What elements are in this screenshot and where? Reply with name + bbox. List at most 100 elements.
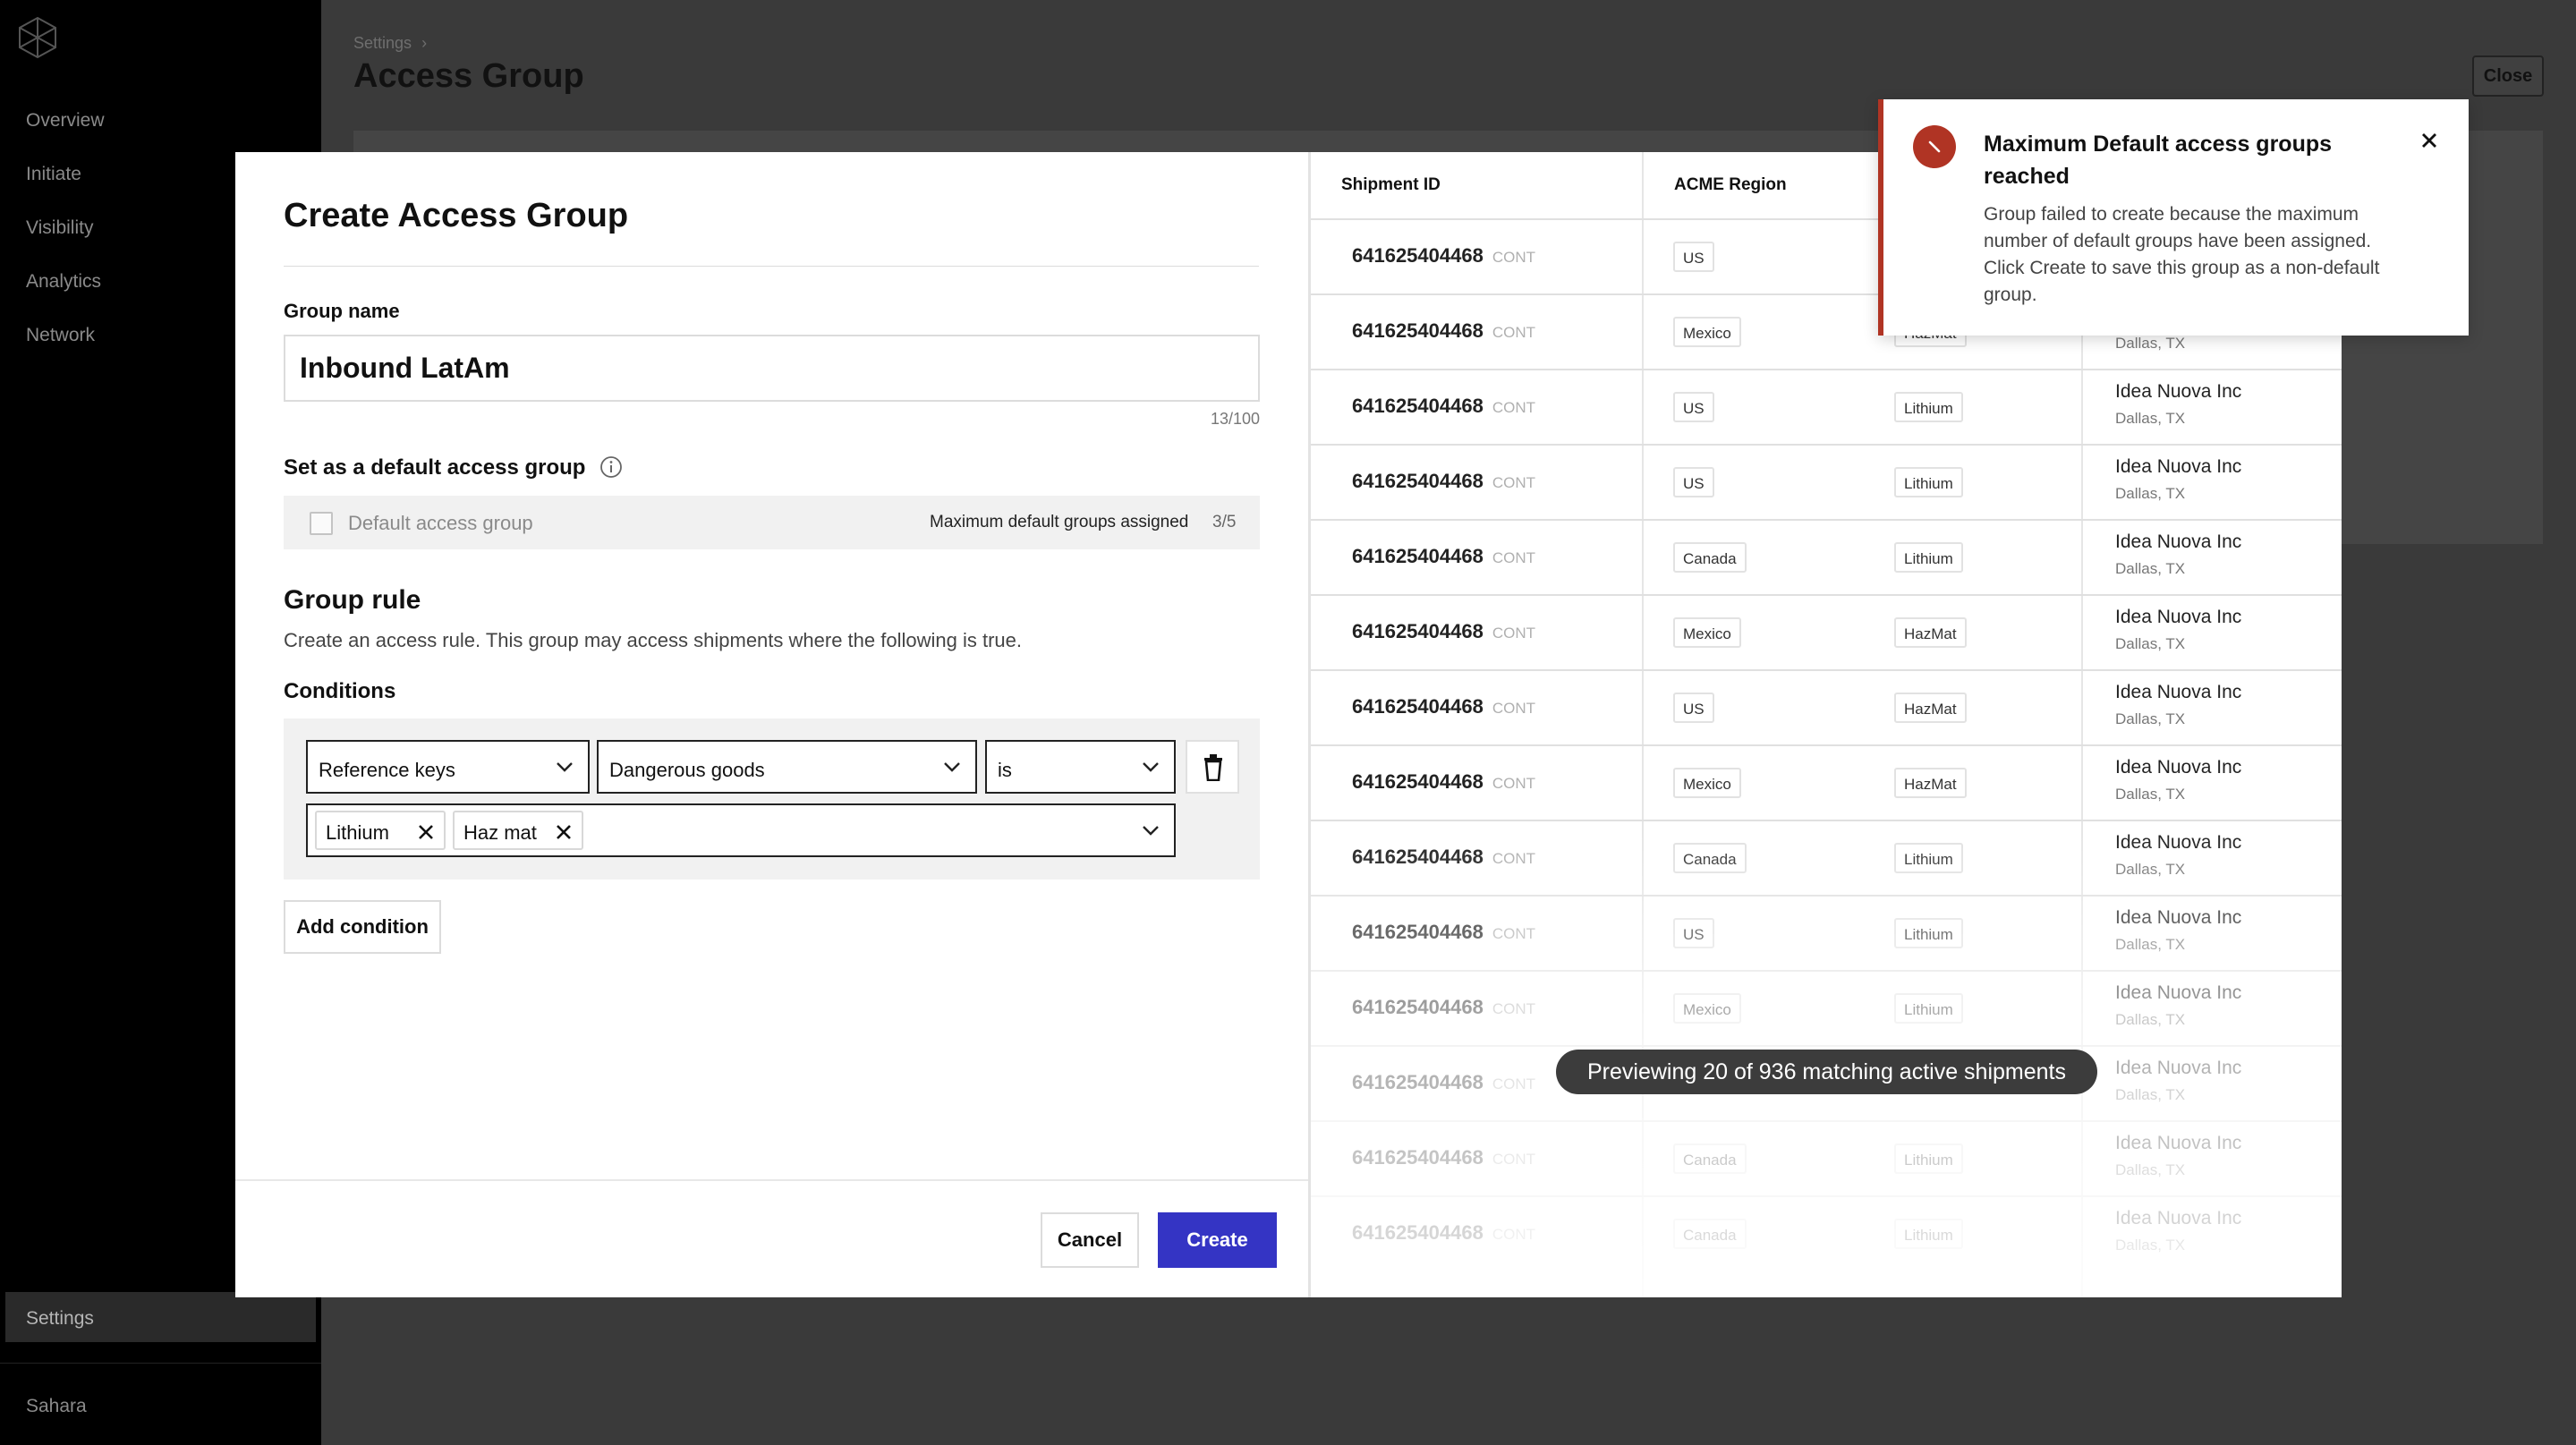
shipment-type: CONT <box>1492 1075 1535 1092</box>
company-name: Idea Nuova Inc <box>2115 982 2242 1003</box>
shipment-id-cell[interactable]: 641625404468 CONT <box>1352 545 1535 568</box>
goods-tag: Lithium <box>1894 542 1963 573</box>
company-city: Dallas, TX <box>2115 786 2186 803</box>
goods-tag: Lithium <box>1894 918 1963 948</box>
close-icon[interactable] <box>2419 130 2440 151</box>
sidebar-item-initiate[interactable]: Initiate <box>26 164 81 185</box>
region-tag: Canada <box>1673 1219 1747 1249</box>
shipment-id-cell[interactable]: 641625404468 CONT <box>1352 1071 1535 1094</box>
error-toast: Maximum Default access groups reached Gr… <box>1878 99 2469 336</box>
shipment-id-cell[interactable]: 641625404468 CONT <box>1352 244 1535 268</box>
sidebar-item-visibility[interactable]: Visibility <box>26 217 93 239</box>
shipment-type: CONT <box>1492 625 1535 642</box>
row-divider <box>1311 1120 2342 1122</box>
default-group-heading: Set as a default access group <box>284 455 586 480</box>
condition-values-multiselect[interactable]: Lithium Haz mat <box>306 803 1176 857</box>
default-group-checkbox-label: Default access group <box>348 512 533 534</box>
shipment-id: 641625404468 <box>1352 1146 1484 1169</box>
company-city: Dallas, TX <box>2115 1086 2186 1103</box>
company-name: Idea Nuova Inc <box>2115 907 2242 928</box>
add-condition-button[interactable]: Add condition <box>284 900 441 954</box>
shipment-id: 641625404468 <box>1352 1221 1484 1244</box>
modal-title: Create Access Group <box>284 197 629 234</box>
region-tag: US <box>1673 467 1714 497</box>
company-city: Dallas, TX <box>2115 861 2186 878</box>
sidebar-item-settings[interactable]: Settings <box>5 1292 316 1342</box>
company-city: Dallas, TX <box>2115 936 2186 953</box>
goods-tag: HazMat <box>1894 617 1967 648</box>
sidebar-item-overview[interactable]: Overview <box>26 110 105 132</box>
region-tag: Canada <box>1673 542 1747 573</box>
shipment-type: CONT <box>1492 474 1535 491</box>
shipment-type: CONT <box>1492 249 1535 266</box>
preview-status-pill: Previewing 20 of 936 matching active shi… <box>1556 1050 2097 1094</box>
column-header-shipment-id[interactable]: Shipment ID <box>1311 152 1642 218</box>
shipment-id-cell[interactable]: 641625404468 CONT <box>1352 395 1535 418</box>
shipment-id-cell[interactable]: 641625404468 CONT <box>1352 921 1535 944</box>
conditions-label: Conditions <box>284 679 396 703</box>
breadcrumb[interactable]: Settings › <box>353 34 427 53</box>
goods-tag: Lithium <box>1894 1143 1963 1174</box>
create-button[interactable]: Create <box>1158 1212 1277 1268</box>
group-rule-heading: Group rule <box>284 585 421 615</box>
shipment-type: CONT <box>1492 700 1535 717</box>
shipment-type: CONT <box>1492 850 1535 867</box>
sidebar-item-network[interactable]: Network <box>26 325 95 346</box>
shipment-id: 641625404468 <box>1352 695 1484 718</box>
app-logo-icon[interactable] <box>16 16 59 59</box>
shipment-id-cell[interactable]: 641625404468 CONT <box>1352 620 1535 643</box>
column-header-acme-region[interactable]: ACME Region <box>1644 152 1912 218</box>
condition-key-value: Dangerous goods <box>609 759 765 781</box>
condition-field-value: Reference keys <box>319 759 455 781</box>
shipment-id: 641625404468 <box>1352 770 1484 793</box>
cancel-button[interactable]: Cancel <box>1041 1212 1139 1268</box>
row-divider <box>1311 669 2342 671</box>
shipment-id-cell[interactable]: 641625404468 CONT <box>1352 996 1535 1019</box>
modal-form-panel: Create Access Group Group name 13/100 Se… <box>235 152 1308 1297</box>
goods-tag: Lithium <box>1894 467 1963 497</box>
sidebar-divider <box>0 1363 321 1364</box>
column-divider <box>1642 152 1644 1297</box>
page-close-button[interactable]: Close <box>2472 55 2544 97</box>
group-rule-description: Create an access rule. This group may ac… <box>284 629 1022 651</box>
condition-operator-select[interactable]: is <box>985 740 1176 794</box>
company-name: Idea Nuova Inc <box>2115 607 2242 627</box>
error-icon <box>1913 125 1956 168</box>
remove-chip-icon[interactable] <box>417 823 435 841</box>
shipment-id-cell[interactable]: 641625404468 CONT <box>1352 470 1535 493</box>
region-tag: Mexico <box>1673 993 1741 1024</box>
company-name: Idea Nuova Inc <box>2115 832 2242 853</box>
goods-tag: Lithium <box>1894 1219 1963 1249</box>
shipment-id-cell[interactable]: 641625404468 CONT <box>1352 770 1535 794</box>
breadcrumb-settings[interactable]: Settings <box>353 34 412 52</box>
modal-title-divider <box>284 266 1259 267</box>
region-tag: US <box>1673 918 1714 948</box>
company-city: Dallas, TX <box>2115 635 2186 652</box>
shipment-id: 641625404468 <box>1352 846 1484 868</box>
region-tag: Canada <box>1673 1143 1747 1174</box>
workspace-switcher[interactable]: Sahara <box>26 1396 87 1417</box>
goods-tag: Lithium <box>1894 993 1963 1024</box>
shipment-id-cell[interactable]: 641625404468 CONT <box>1352 319 1535 343</box>
shipment-id-cell[interactable]: 641625404468 CONT <box>1352 846 1535 869</box>
sidebar-item-analytics[interactable]: Analytics <box>26 271 101 293</box>
company-name: Idea Nuova Inc <box>2115 531 2242 552</box>
remove-chip-icon[interactable] <box>555 823 573 841</box>
chevron-down-icon[interactable] <box>1142 824 1160 837</box>
shipment-type: CONT <box>1492 549 1535 566</box>
info-icon[interactable] <box>599 455 623 479</box>
breadcrumb-separator: › <box>421 34 428 52</box>
group-name-input[interactable] <box>284 335 1260 402</box>
condition-field-select[interactable]: Reference keys <box>306 740 590 794</box>
shipment-id: 641625404468 <box>1352 921 1484 943</box>
default-max-notice: Maximum default groups assigned <box>930 513 1189 531</box>
default-group-checkbox[interactable] <box>310 512 333 535</box>
shipment-id-cell[interactable]: 641625404468 CONT <box>1352 1221 1535 1245</box>
region-tag: Mexico <box>1673 617 1741 648</box>
shipment-id-cell[interactable]: 641625404468 CONT <box>1352 1146 1535 1169</box>
region-tag: Mexico <box>1673 317 1741 347</box>
goods-tag: HazMat <box>1894 693 1967 723</box>
shipment-id-cell[interactable]: 641625404468 CONT <box>1352 695 1535 718</box>
condition-key-select[interactable]: Dangerous goods <box>597 740 977 794</box>
delete-condition-button[interactable] <box>1186 740 1239 794</box>
